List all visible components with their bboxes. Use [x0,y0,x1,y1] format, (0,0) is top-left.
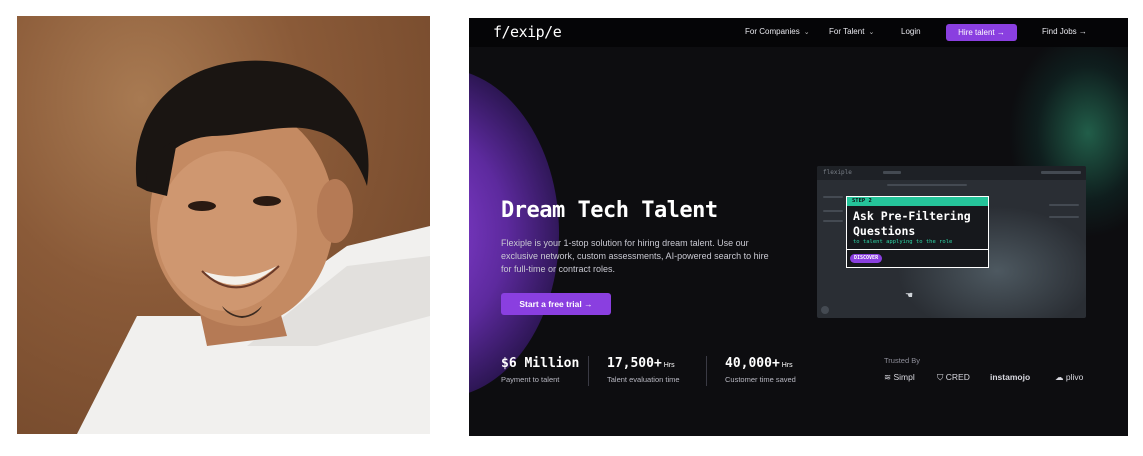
preview-placeholder-line [883,171,901,174]
hire-talent-button[interactable]: Hire talent → [946,24,1017,41]
nav-for-companies[interactable]: For Companies ⌄ [745,27,810,36]
cred-logo-icon: ⛉ [937,372,946,382]
preview-placeholder-line [823,210,843,212]
discover-badge: DISCOVER [850,254,883,263]
nav-login[interactable]: Login [901,27,921,36]
step-card-title: Ask Pre-Filtering Questions [853,209,971,238]
portrait-illustration [77,60,430,434]
stat-unit: Hrs [663,362,675,369]
nav-for-talent[interactable]: For Talent ⌄ [829,27,874,36]
step-label: STEP 2 [847,197,988,206]
stat-divider [588,356,589,386]
hand-cursor-icon: ☚ [905,290,914,300]
stat-payment: $6 Million Payment to talent [501,356,581,384]
stat-evaluation: 17,500+ Hrs Talent evaluation time [607,356,680,384]
stat-value: 40,000+ [725,356,780,371]
start-free-trial-button[interactable]: Start a free trial → [501,293,611,315]
preview-placeholder-line [887,184,967,186]
hero-description: Flexiple is your 1-stop solution for hir… [501,238,769,274]
trusted-by-label: Trusted By [884,356,920,365]
preview-placeholder-line [823,196,843,198]
chevron-down-icon: ⌄ [868,29,875,36]
nav-for-talent-label: For Talent [829,27,865,36]
stat-value: 17,500+ [607,356,662,371]
hero-title: Dream Tech Talent [501,198,718,223]
stat-time-saved: 40,000+ Hrs Customer time saved [725,356,796,384]
step-card: STEP 2 Ask Pre-Filtering Questions to ta… [846,196,989,268]
nav-find-jobs[interactable]: Find Jobs → [1042,27,1087,36]
stat-label: Customer time saved [725,375,796,384]
stat-unit: Hrs [781,362,793,369]
nav-for-companies-label: For Companies [745,27,800,36]
site-logo[interactable]: f/exip/e [493,23,562,41]
preview-avatar [821,306,829,314]
preview-placeholder-line [823,220,843,222]
stat-label: Talent evaluation time [607,375,680,384]
plivo-logo-icon: ☁ [1055,372,1066,382]
stat-value: $6 Million [501,356,580,371]
brand-cred: ⛉ CRED [937,372,970,382]
stat-label: Payment to talent [501,375,560,384]
brand-instamojo: instamojo [990,372,1031,382]
step-card-subtitle: to talent applying to the role [853,239,953,245]
purple-disc-decoration [469,68,559,398]
brand-plivo: ☁ plivo [1055,372,1084,382]
profile-photo [17,16,430,434]
stat-divider [706,356,707,386]
preview-placeholder-line [1041,171,1081,174]
card-divider [847,249,988,250]
preview-app-logo: flexiple [823,169,852,176]
flexiple-website: f/exip/e For Companies ⌄ For Talent ⌄ Logi… [469,18,1128,436]
chevron-down-icon: ⌄ [803,29,810,36]
top-navbar: f/exip/e For Companies ⌄ For Talent ⌄ Logi… [469,18,1128,47]
brand-simpl: ≋ Simpl [884,372,915,382]
